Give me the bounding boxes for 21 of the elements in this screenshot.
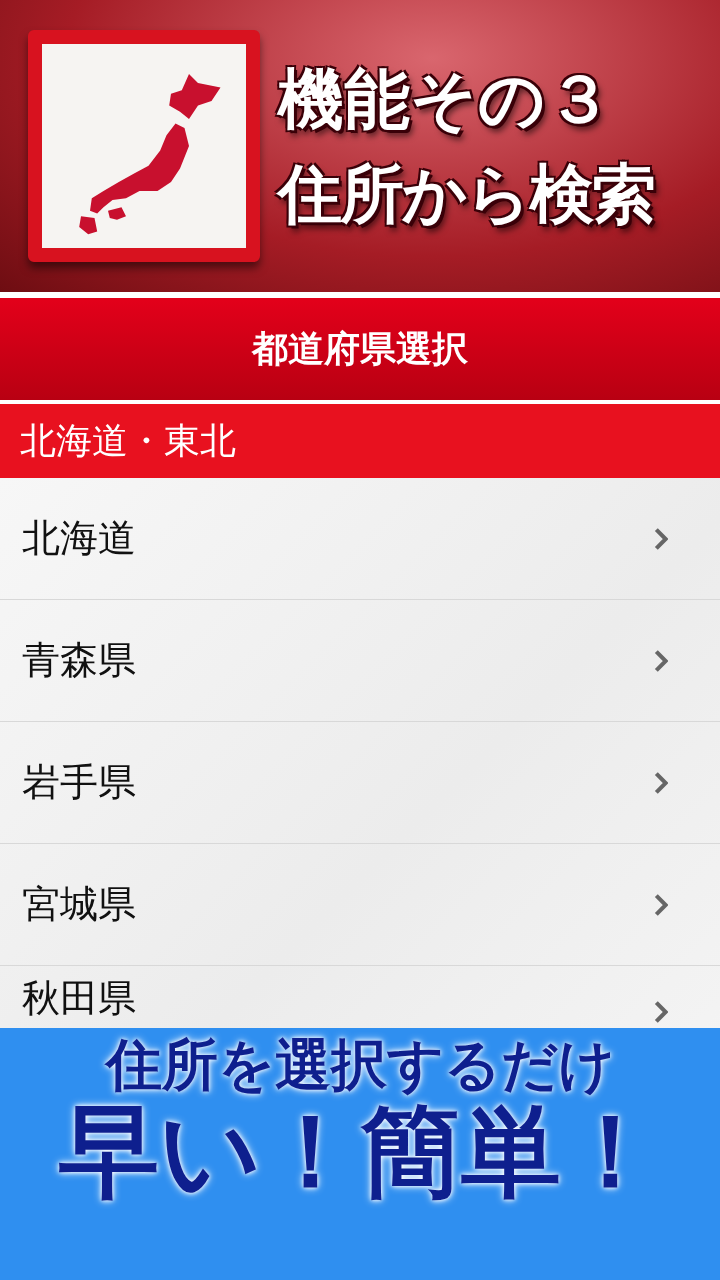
prefecture-label: 秋田県: [22, 975, 136, 1022]
chevron-icon: [654, 892, 668, 917]
prefecture-row[interactable]: 宮城県: [0, 844, 720, 966]
chevron-icon: [654, 1000, 668, 1024]
prefecture-row[interactable]: 青森県: [0, 600, 720, 722]
prefecture-label: 宮城県: [22, 881, 136, 928]
section-title: 北海道・東北: [20, 418, 236, 463]
prefecture-row[interactable]: 北海道: [0, 478, 720, 600]
prefecture-row[interactable]: 秋田県: [0, 966, 720, 1028]
prefecture-label: 岩手県: [22, 759, 136, 806]
prefecture-label: 北海道: [22, 515, 136, 562]
promo-title: 機能その３: [278, 59, 613, 140]
chevron-icon: [654, 648, 668, 673]
promo-title: 住所から検索: [278, 155, 654, 233]
nav-title: 都道府県選択: [252, 326, 468, 371]
chevron-icon: [654, 770, 668, 795]
prefecture-label: 青森県: [22, 637, 136, 684]
promo-text: 早い！簡単！: [59, 1098, 661, 1204]
prefecture-row[interactable]: 岩手県: [0, 722, 720, 844]
promo-text: 住所を選択するだけ: [105, 1036, 615, 1095]
chevron-icon: [654, 526, 668, 551]
